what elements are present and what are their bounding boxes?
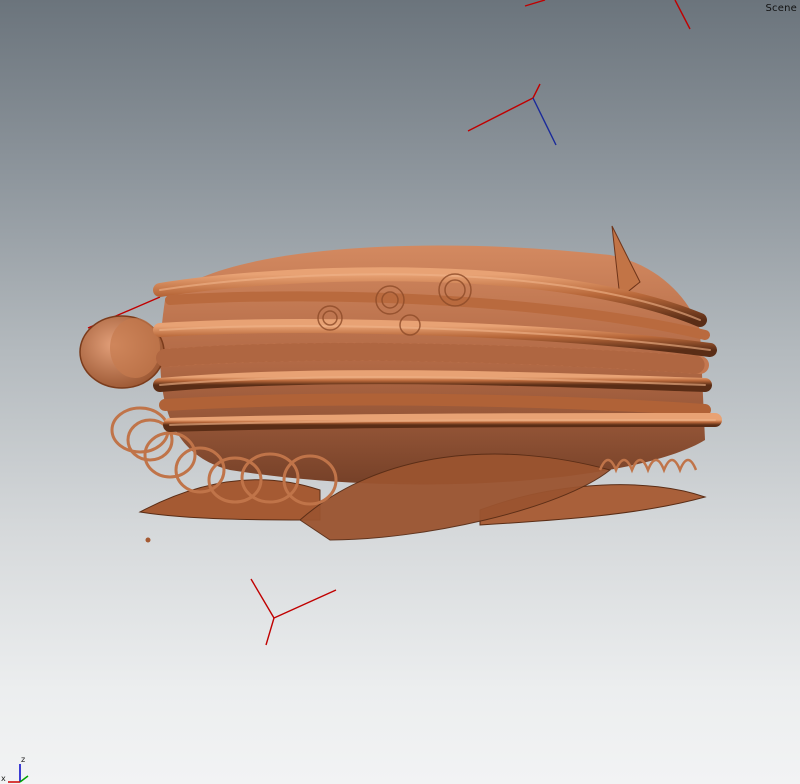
scene-canvas[interactable]: [0, 0, 800, 784]
y-axis-line: [19, 775, 29, 783]
axis-triad: z x: [0, 724, 40, 784]
3d-viewport[interactable]: Scene z x: [0, 0, 800, 784]
blue-marker-line: [532, 97, 557, 146]
x-axis-label: x: [1, 774, 6, 783]
copper-coil-object[interactable]: [79, 225, 722, 543]
z-axis-label: z: [21, 755, 26, 764]
axis-triad-lines: [8, 764, 29, 783]
